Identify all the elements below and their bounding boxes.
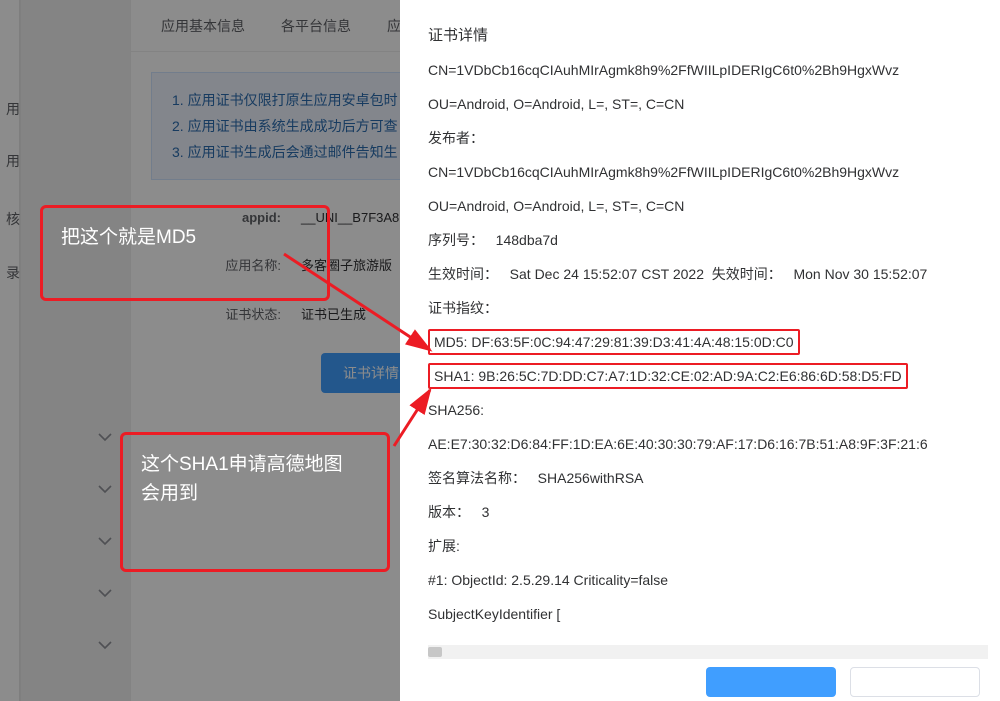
- sigalg-row: 签名算法名称： SHA256withRSA: [428, 461, 1000, 495]
- annotation-line: 这个SHA1申请高德地图: [141, 454, 343, 475]
- cert-line: CN=1VDbCb16cqCIAuhMIrAgmk8h9%2FfWIILpIDE…: [428, 155, 1000, 189]
- modal-backdrop: [0, 0, 400, 701]
- expire-value: Mon Nov 30 15:52:07: [793, 266, 927, 282]
- annotation-box-sha1: 这个SHA1申请高德地图 会用到: [120, 432, 390, 572]
- serial-row: 序列号： 148dba7d: [428, 223, 1000, 257]
- modal-primary-button[interactable]: [706, 667, 836, 697]
- cert-line: OU=Android, O=Android, L=, ST=, C=CN: [428, 87, 1000, 121]
- publisher-label: 发布者：: [428, 121, 1000, 155]
- md5-highlight: MD5: DF:63:5F:0C:94:47:29:81:39:D3:41:4A…: [428, 329, 800, 355]
- effective-label: 生效时间：: [428, 266, 498, 282]
- annotation-text: 把这个就是MD5: [43, 208, 327, 269]
- sha256-label: SHA256:: [428, 393, 1000, 427]
- annotation-line: 会用到: [141, 483, 198, 504]
- expire-label: 失效时间：: [712, 266, 782, 282]
- serial-value: 148dba7d: [496, 232, 558, 248]
- sha1-row: SHA1: 9B:26:5C:7D:DD:C7:A7:1D:32:CE:02:A…: [428, 359, 1000, 393]
- horizontal-scrollbar[interactable]: [428, 645, 988, 659]
- sha1-highlight: SHA1: 9B:26:5C:7D:DD:C7:A7:1D:32:CE:02:A…: [428, 363, 908, 389]
- sha256-value: AE:E7:30:32:D6:84:FF:1D:EA:6E:40:30:30:7…: [428, 427, 1000, 461]
- annotation-text: 这个SHA1申请高德地图 会用到: [123, 435, 387, 524]
- scrollbar-thumb[interactable]: [428, 647, 442, 657]
- annotation-box-md5: 把这个就是MD5: [40, 205, 330, 301]
- modal-body: CN=1VDbCb16cqCIAuhMIrAgmk8h9%2FfWIILpIDE…: [428, 63, 1000, 655]
- cert-line: CN=1VDbCb16cqCIAuhMIrAgmk8h9%2FfWIILpIDE…: [428, 63, 1000, 87]
- cert-detail-modal: 证书详情 CN=1VDbCb16cqCIAuhMIrAgmk8h9%2FfWII…: [400, 0, 1000, 701]
- md5-row: MD5: DF:63:5F:0C:94:47:29:81:39:D3:41:4A…: [428, 325, 1000, 359]
- ext-line: SubjectKeyIdentifier [: [428, 597, 1000, 631]
- effective-value: Sat Dec 24 15:52:07 CST 2022: [510, 266, 704, 282]
- modal-title: 证书详情: [428, 24, 1000, 45]
- version-value: 3: [482, 504, 490, 520]
- ext-line: #1: ObjectId: 2.5.29.14 Criticality=fals…: [428, 563, 1000, 597]
- time-row: 生效时间： Sat Dec 24 15:52:07 CST 2022 失效时间：…: [428, 257, 1000, 291]
- serial-label: 序列号：: [428, 232, 484, 248]
- fingerprint-label: 证书指纹：: [428, 291, 1000, 325]
- version-row: 版本： 3: [428, 495, 1000, 529]
- modal-footer: [706, 667, 980, 697]
- modal-default-button[interactable]: [850, 667, 980, 697]
- ext-label: 扩展:: [428, 529, 1000, 563]
- sigalg-value: SHA256withRSA: [538, 470, 644, 486]
- cert-line: OU=Android, O=Android, L=, ST=, C=CN: [428, 189, 1000, 223]
- version-label: 版本：: [428, 504, 470, 520]
- sigalg-label: 签名算法名称：: [428, 470, 526, 486]
